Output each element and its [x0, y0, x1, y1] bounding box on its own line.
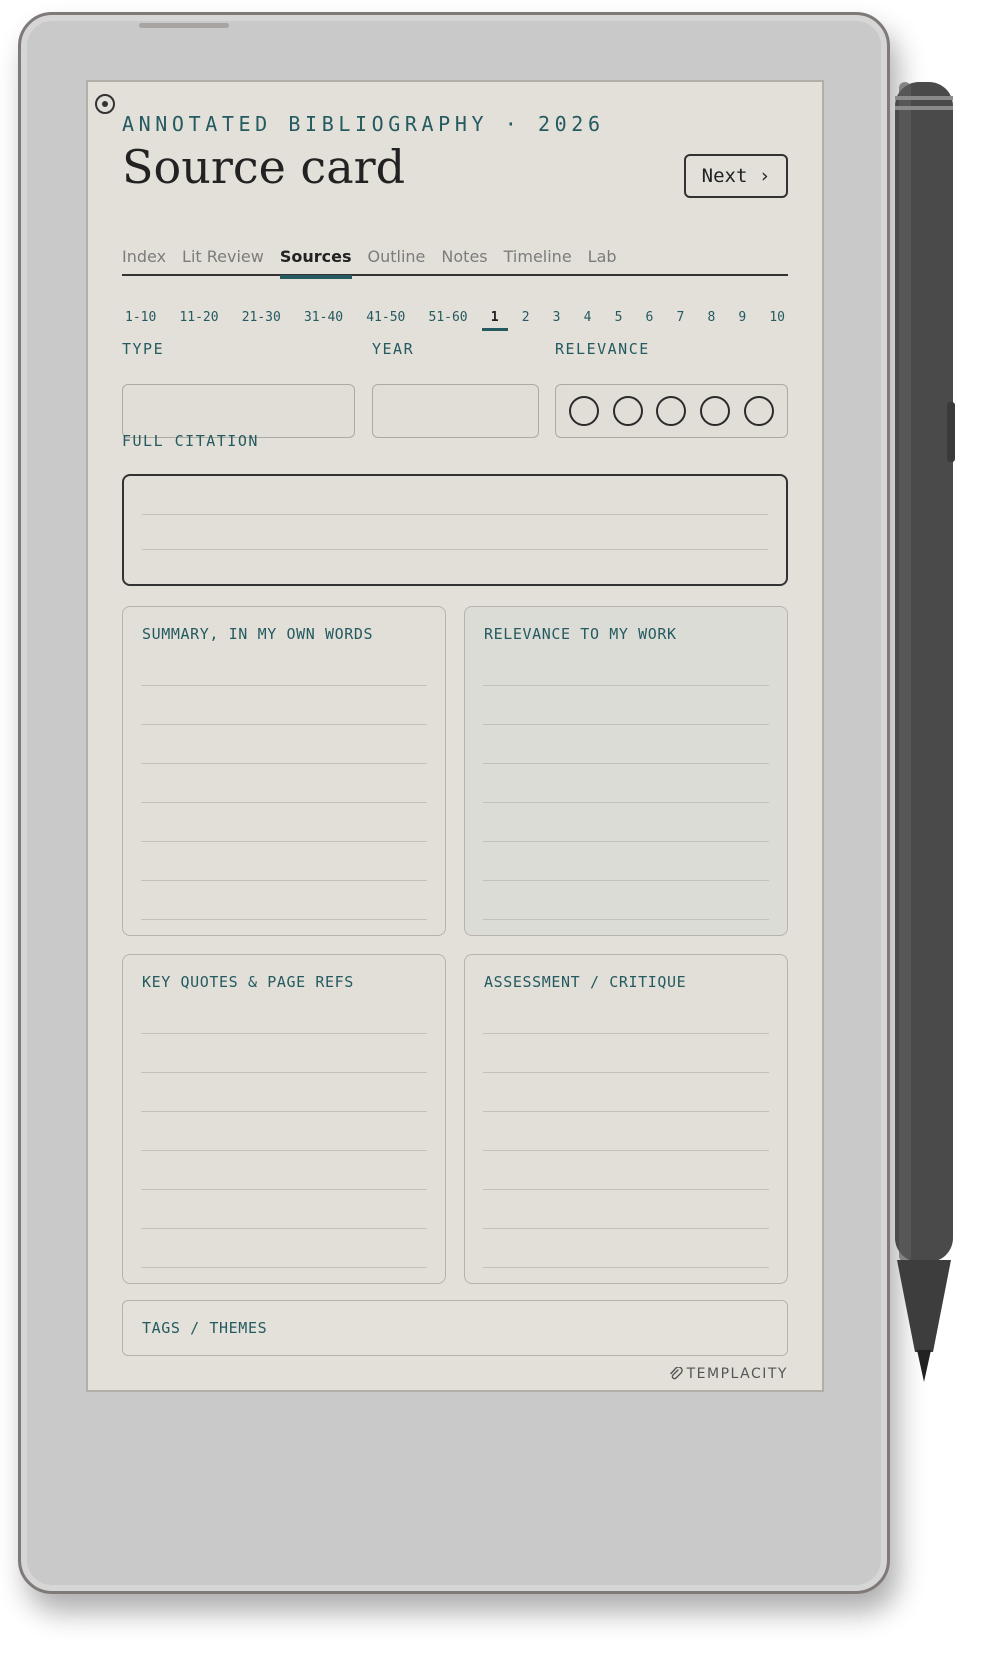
stylus-pen: [895, 82, 955, 1382]
tags-label: TAGS / THEMES: [142, 1319, 268, 1337]
writing-line: [483, 880, 769, 881]
summary-title: SUMMARY, IN MY OWN WORDS: [142, 625, 374, 643]
brand-logo: TEMPLACITY: [669, 1366, 788, 1382]
next-button[interactable]: Next ›: [684, 154, 788, 198]
relevance-title: RELEVANCE TO MY WORK: [484, 625, 677, 643]
rating-circle[interactable]: [656, 396, 687, 426]
page-link[interactable]: 5: [612, 306, 626, 329]
writing-line: [141, 763, 427, 764]
writing-line: [141, 1189, 427, 1190]
writing-line: [141, 724, 427, 725]
page-link[interactable]: 9: [735, 306, 749, 329]
type-field[interactable]: [122, 384, 355, 438]
writing-line: [141, 1150, 427, 1151]
quotes-panel[interactable]: KEY QUOTES & PAGE REFS: [122, 954, 446, 1284]
tab-index[interactable]: Index: [122, 246, 166, 276]
writing-line: [483, 1033, 769, 1034]
brand-name: TEMPLACITY: [686, 1366, 788, 1382]
target-icon[interactable]: [95, 94, 115, 114]
rating-circle[interactable]: [700, 396, 731, 426]
page-navigation: 1-10 11-20 21-30 31-40 41-50 51-60 1 2 3…: [122, 302, 788, 332]
writing-line: [483, 1150, 769, 1151]
page-range-link[interactable]: 51-60: [426, 306, 471, 329]
writing-line: [483, 1267, 769, 1268]
writing-line: [483, 763, 769, 764]
writing-line: [483, 1111, 769, 1112]
assessment-title: ASSESSMENT / CRITIQUE: [484, 973, 687, 991]
year-field[interactable]: [372, 384, 539, 438]
writing-line: [483, 1072, 769, 1073]
rating-circle[interactable]: [568, 396, 599, 426]
writing-line: [483, 1189, 769, 1190]
page-title: Source card: [122, 140, 406, 194]
page-link[interactable]: 8: [704, 306, 718, 329]
writing-line: [142, 549, 768, 550]
writing-line: [141, 1033, 427, 1034]
writing-line: [483, 802, 769, 803]
type-label: TYPE: [122, 340, 165, 358]
quotes-title: KEY QUOTES & PAGE REFS: [142, 973, 354, 991]
e-ink-screen: ANNOTATED BIBLIOGRAPHY · 2026 Source car…: [86, 80, 824, 1392]
page-range-link[interactable]: 31-40: [301, 306, 346, 329]
writing-line: [141, 1228, 427, 1229]
writing-line: [483, 919, 769, 920]
writing-line: [141, 919, 427, 920]
page-range-link[interactable]: 41-50: [363, 306, 408, 329]
year-label: YEAR: [372, 340, 415, 358]
relevance-rating: [555, 384, 788, 438]
assessment-panel[interactable]: ASSESSMENT / CRITIQUE: [464, 954, 788, 1284]
tab-timeline[interactable]: Timeline: [504, 246, 572, 276]
writing-line: [141, 1111, 427, 1112]
page-range-link[interactable]: 11-20: [176, 306, 221, 329]
page-link[interactable]: 4: [581, 306, 595, 329]
writing-line: [142, 514, 768, 515]
page-link-current[interactable]: 1: [481, 306, 508, 331]
tab-lit-review[interactable]: Lit Review: [182, 246, 264, 276]
writing-line: [141, 1072, 427, 1073]
page-range-link[interactable]: 1-10: [122, 306, 159, 329]
section-tabs: Index Lit Review Sources Outline Notes T…: [122, 246, 788, 279]
writing-line: [483, 1228, 769, 1229]
page-link[interactable]: 10: [766, 306, 788, 329]
writing-line: [141, 685, 427, 686]
page-link[interactable]: 3: [550, 306, 564, 329]
writing-line: [483, 724, 769, 725]
tags-field[interactable]: TAGS / THEMES: [122, 1300, 788, 1356]
power-button[interactable]: [139, 23, 229, 28]
writing-line: [141, 1267, 427, 1268]
writing-line: [141, 802, 427, 803]
page-eyebrow: ANNOTATED BIBLIOGRAPHY · 2026: [122, 112, 605, 136]
tab-notes[interactable]: Notes: [441, 246, 487, 276]
relevance-panel[interactable]: RELEVANCE TO MY WORK: [464, 606, 788, 936]
writing-line: [483, 841, 769, 842]
page-link[interactable]: 2: [519, 306, 533, 329]
page-link[interactable]: 7: [673, 306, 687, 329]
tab-sources[interactable]: Sources: [279, 246, 352, 279]
writing-line: [483, 685, 769, 686]
relevance-label: RELEVANCE: [555, 340, 650, 358]
citation-field[interactable]: [122, 474, 788, 586]
page-range-link[interactable]: 21-30: [239, 306, 284, 329]
tab-outline[interactable]: Outline: [368, 246, 426, 276]
summary-panel[interactable]: SUMMARY, IN MY OWN WORDS: [122, 606, 446, 936]
rating-circle[interactable]: [612, 396, 643, 426]
page-link[interactable]: 6: [643, 306, 657, 329]
rating-circle[interactable]: [744, 396, 775, 426]
paperclip-icon: [669, 1367, 683, 1380]
tab-lab[interactable]: Lab: [588, 246, 617, 276]
citation-label: FULL CITATION: [122, 432, 259, 450]
writing-line: [141, 880, 427, 881]
writing-line: [141, 841, 427, 842]
